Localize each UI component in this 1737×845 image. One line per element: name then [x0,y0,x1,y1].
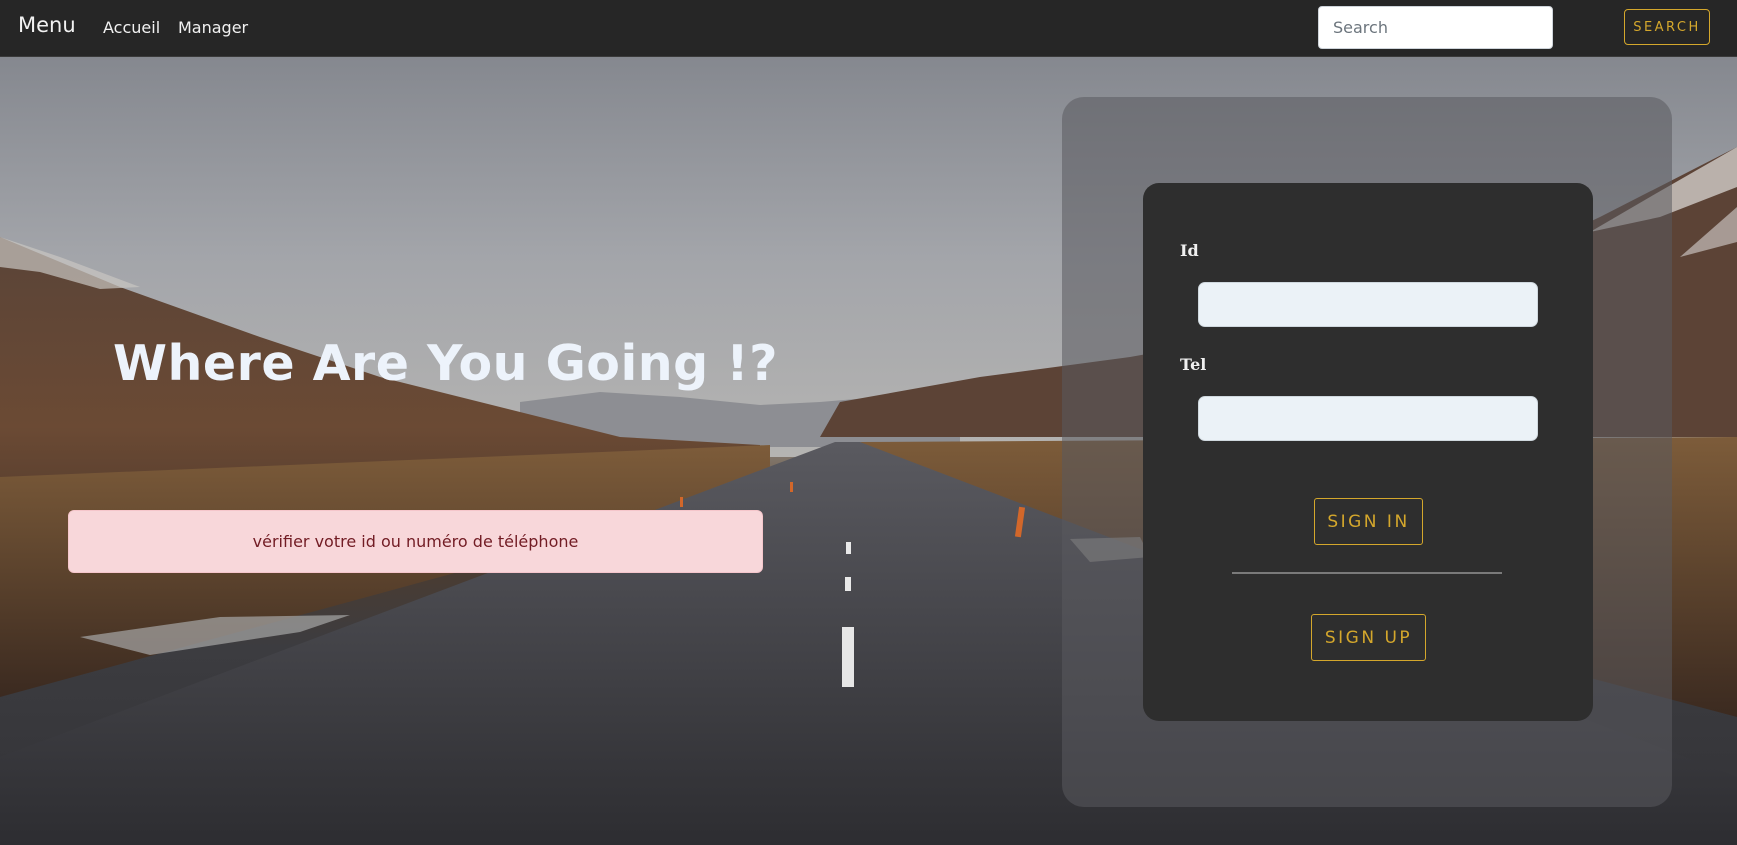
id-label: Id [1180,241,1199,260]
login-card: Id Tel SIGN IN SIGN UP [1143,183,1593,721]
nav-link-accueil[interactable]: Accueil [103,18,160,37]
tel-input[interactable] [1198,396,1538,441]
sign-up-button[interactable]: SIGN UP [1311,614,1426,661]
search-button[interactable]: SEARCH [1624,9,1710,45]
sign-in-button[interactable]: SIGN IN [1314,498,1423,545]
error-alert: vérifier votre id ou numéro de téléphone [68,510,763,573]
nav-link-manager[interactable]: Manager [178,18,248,37]
tel-label: Tel [1180,355,1207,374]
top-navbar: Menu Accueil Manager SEARCH [0,0,1737,57]
hero-title: Where Are You Going !? [113,335,779,392]
navbar-brand-menu[interactable]: Menu [18,13,76,37]
search-input[interactable] [1318,6,1553,49]
divider [1232,572,1502,574]
id-input[interactable] [1198,282,1538,327]
